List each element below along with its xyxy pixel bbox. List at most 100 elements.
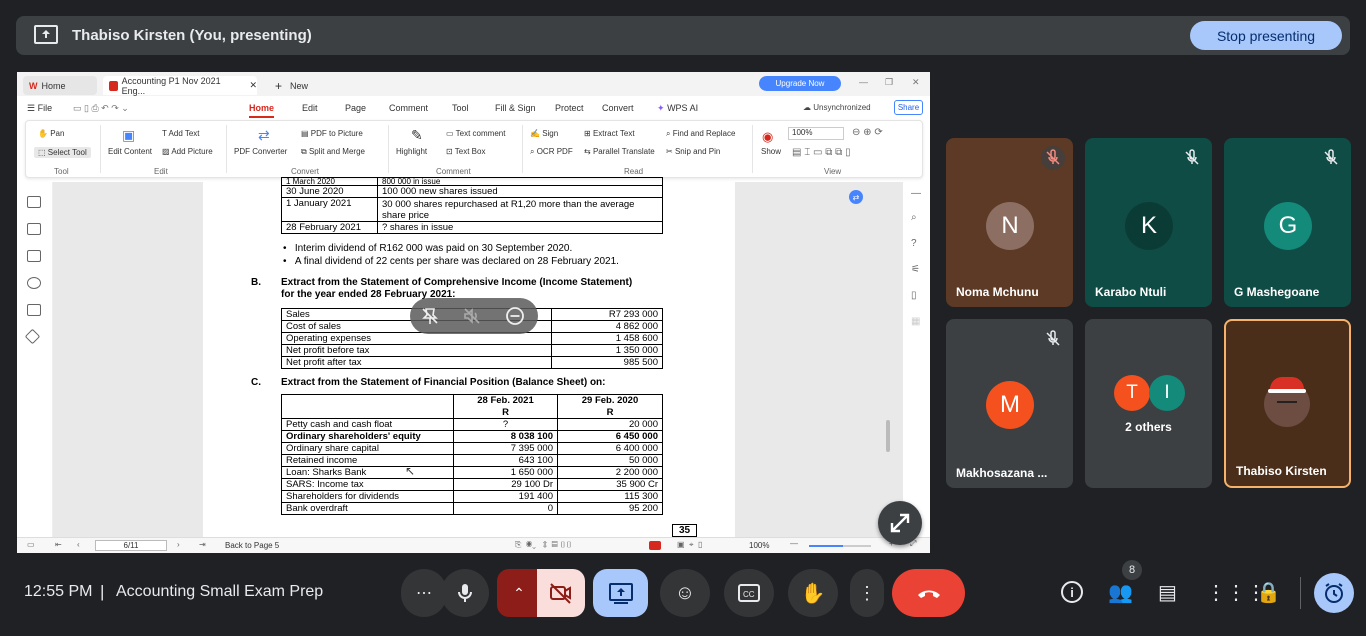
split-merge-button[interactable]: ⧉ Split and Merge: [301, 147, 365, 157]
pan-tool[interactable]: ✋ Pan: [38, 129, 64, 138]
grid-icon[interactable]: ▦: [911, 316, 920, 327]
highlight-button[interactable]: Highlight: [396, 147, 427, 156]
meeting-info-icon[interactable]: i: [1061, 581, 1083, 603]
upgrade-now-button[interactable]: Upgrade Now: [759, 76, 841, 91]
participant-tile[interactable]: M Makhosazana ...: [946, 319, 1073, 488]
comment-icon[interactable]: [27, 250, 41, 262]
host-controls-icon[interactable]: 🔒: [1256, 580, 1281, 605]
menu-fill-sign[interactable]: Fill & Sign: [495, 103, 536, 113]
menu-convert[interactable]: Convert: [602, 103, 634, 113]
layers-icon[interactable]: [24, 328, 41, 345]
last-page-icon[interactable]: ⇥: [199, 540, 206, 549]
menu-protect[interactable]: Protect: [555, 103, 584, 113]
pdf-converter-button[interactable]: PDF Converter: [234, 147, 287, 156]
camera-options-button[interactable]: ⌃: [497, 569, 541, 617]
search-icon[interactable]: ⌕: [911, 212, 917, 223]
stop-presenting-button[interactable]: Stop presenting: [1190, 21, 1342, 50]
self-tile[interactable]: Thabiso Kirsten: [1224, 319, 1351, 488]
restore-icon[interactable]: ❐: [885, 77, 893, 88]
table-row: Net profit after tax 985 500: [281, 356, 663, 369]
adjust-icon[interactable]: ⚟: [911, 264, 920, 275]
zoom-icons[interactable]: ⊖ ⊕ ⟳: [852, 127, 883, 138]
scrollbar-thumb[interactable]: [886, 420, 890, 452]
sidebar-toggle-icon[interactable]: ▭: [27, 540, 35, 549]
text-comment-button[interactable]: ▭ Text comment: [446, 129, 505, 138]
timer-button[interactable]: [1314, 573, 1354, 613]
pin-off-icon[interactable]: [420, 306, 440, 326]
page-input[interactable]: 6/11: [95, 540, 167, 551]
back-to-page-link[interactable]: Back to Page 5: [225, 541, 279, 550]
play-icon[interactable]: [649, 541, 661, 550]
camera-button[interactable]: [537, 569, 585, 617]
zoom-level[interactable]: 100%: [749, 541, 769, 550]
prev-page-icon[interactable]: ‹: [77, 540, 80, 549]
book-icon[interactable]: ▯: [911, 290, 917, 301]
edit-content-button[interactable]: Edit Content: [108, 147, 152, 156]
extract-text-button[interactable]: ⊞ Extract Text: [584, 129, 635, 138]
zoom-select[interactable]: 100%: [788, 127, 844, 140]
collapse-icon[interactable]: —: [911, 188, 921, 199]
select-tool[interactable]: ⬚ Select Tool: [34, 147, 91, 158]
leave-call-button[interactable]: [892, 569, 965, 617]
others-tile[interactable]: T I 2 others: [1085, 319, 1212, 488]
participant-tile[interactable]: G G Mashegoane: [1224, 138, 1351, 307]
reactions-button[interactable]: ☺: [660, 569, 710, 617]
view-mode-icons[interactable]: ▤ ⌶ ▭ ⧉ ⧉ ▯: [792, 147, 851, 158]
signature-icon[interactable]: [27, 304, 41, 316]
menu-file[interactable]: ☰ File: [27, 103, 52, 114]
tab-document[interactable]: Accounting P1 Nov 2021 Eng... ✕: [103, 76, 257, 96]
quick-access-icons[interactable]: ▭ ▯ ⎙ ↶ ↷ ⌄: [73, 103, 129, 114]
table-row: Ordinary shareholders' equity 8 038 100 6 …: [281, 430, 663, 443]
svg-text:CC: CC: [743, 590, 755, 599]
present-button[interactable]: [593, 569, 648, 617]
unsynchronized-status[interactable]: ☁ Unsynchronized: [803, 103, 871, 112]
add-picture-button[interactable]: ▨ Add Picture: [162, 147, 213, 156]
chat-icon[interactable]: ▤: [1158, 580, 1177, 605]
bookmark-icon[interactable]: [27, 196, 41, 208]
snip-pin-button[interactable]: ✂ Snip and Pin: [666, 147, 720, 156]
thumbnail-icon[interactable]: [27, 223, 41, 235]
microphone-button[interactable]: [441, 569, 489, 617]
captions-button[interactable]: CC: [724, 569, 774, 617]
zoom-out-icon[interactable]: —: [790, 539, 798, 548]
left-sidebar: [17, 182, 53, 537]
new-tab-button[interactable]: + New: [269, 76, 308, 95]
participant-tile[interactable]: K Karabo Ntuli: [1085, 138, 1212, 307]
ocr-pdf-button[interactable]: ⌕ OCR PDF: [530, 147, 573, 157]
menu-tool[interactable]: Tool: [452, 103, 469, 113]
first-page-icon[interactable]: ⇤: [55, 540, 62, 549]
close-tab-icon[interactable]: ✕: [249, 80, 257, 91]
parallel-translate-button[interactable]: ⇆ Parallel Translate: [584, 147, 655, 156]
tab-home[interactable]: W Home: [23, 76, 97, 95]
menu-edit[interactable]: Edit: [302, 103, 318, 113]
chevron-up-icon: ⌃: [513, 584, 525, 601]
menu-comment[interactable]: Comment: [389, 103, 428, 113]
share-button[interactable]: Share: [894, 100, 923, 115]
translate-float-icon[interactable]: ⇄: [849, 190, 863, 204]
more-actions-button[interactable]: ⋮: [850, 569, 884, 617]
close-window-icon[interactable]: ✕: [912, 77, 920, 88]
add-text-button[interactable]: T Add Text: [162, 129, 200, 138]
expand-button[interactable]: [878, 501, 922, 545]
fit-icons[interactable]: ▣ ⌖ ▯: [677, 540, 702, 550]
next-page-icon[interactable]: ›: [177, 540, 180, 549]
sign-button[interactable]: ✍ Sign: [530, 129, 558, 138]
find-replace-button[interactable]: ⌕ Find and Replace: [666, 129, 735, 139]
zoom-slider[interactable]: [809, 545, 871, 547]
table-cell: ? shares in issue: [377, 221, 663, 234]
show-button[interactable]: Show: [761, 147, 781, 156]
pdf-to-picture-button[interactable]: ▤ PDF to Picture: [301, 129, 363, 138]
help-icon[interactable]: ?: [911, 238, 917, 249]
attachment-icon[interactable]: [27, 277, 41, 289]
menu-page[interactable]: Page: [345, 103, 366, 113]
status-tool-icons[interactable]: ⎘ ◉⌄ ⇕ ▤ ▯▯: [515, 540, 572, 550]
raise-hand-button[interactable]: ✋: [788, 569, 838, 617]
menu-home[interactable]: Home: [249, 103, 275, 118]
text-box-button[interactable]: ⊡ Text Box: [446, 147, 485, 156]
people-icon[interactable]: 👥: [1108, 580, 1133, 605]
participant-tile[interactable]: N Noma Mchunu: [946, 138, 1073, 307]
mute-icon[interactable]: [462, 306, 482, 326]
remove-icon[interactable]: [505, 306, 525, 326]
minimize-icon[interactable]: —: [859, 77, 868, 87]
menu-wps-ai[interactable]: ✦ WPS AI: [657, 103, 698, 114]
